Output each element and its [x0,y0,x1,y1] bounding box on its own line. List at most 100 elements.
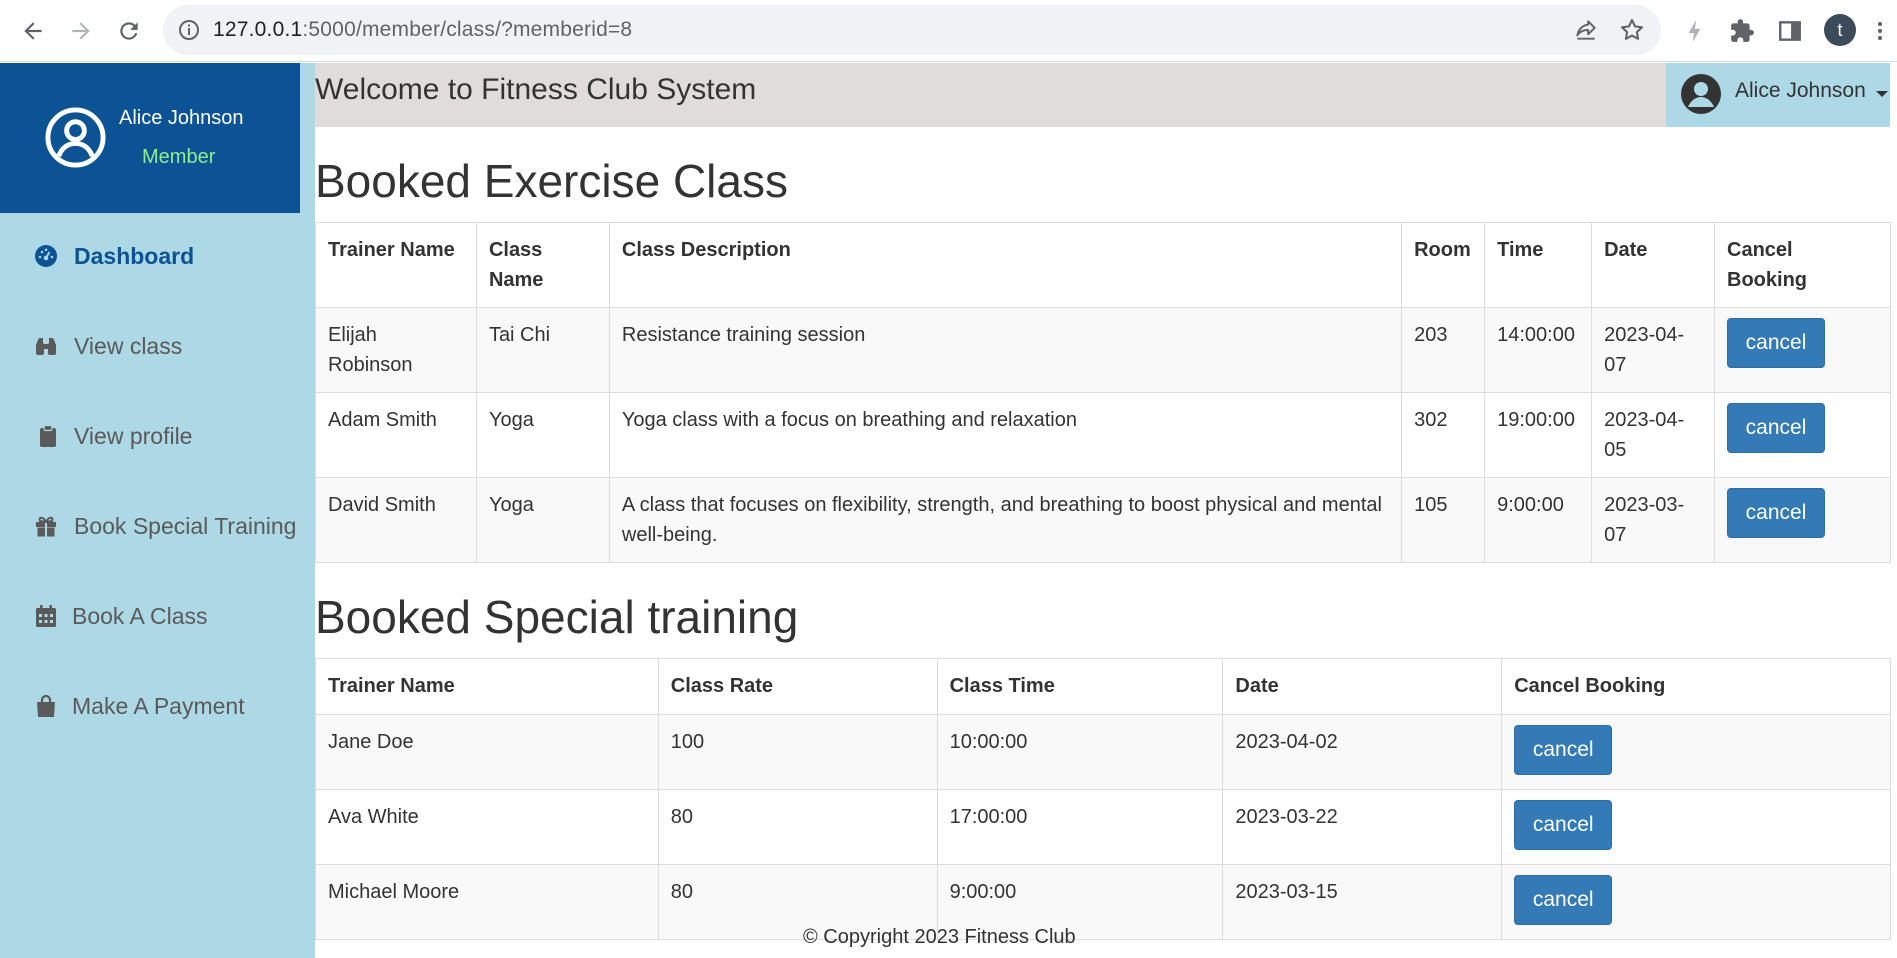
class-name-cell: Yoga [475,477,610,563]
date-cell: 2023-04-07 [1591,307,1716,393]
date-cell: 2023-03-22 [1222,789,1503,865]
column-header: Class Description [608,222,1403,308]
sidebar-item-label: Book A Class [72,602,208,629]
lightning-extension-button[interactable] [1679,14,1711,48]
sidebar-user-name: Alice Johnson [119,107,244,129]
class-rate-cell: 80 [657,789,938,865]
cancel-booking-button[interactable]: cancel [1727,318,1826,368]
cancel-booking-button[interactable]: cancel [1514,875,1613,925]
address-bar[interactable]: 127.0.0.1:5000/member/class/?memberid=8 [163,5,1661,55]
sidebar-item-dashboard[interactable]: Dashboard [34,236,304,276]
room-cell: 105 [1401,477,1486,563]
time-cell: 19:00:00 [1484,392,1593,478]
sidebar-item-make-a-payment[interactable]: Make A Payment [34,686,304,726]
user-circle-icon [45,107,106,168]
binoculars-icon [36,338,56,355]
cancel-cell: cancel [1501,714,1891,790]
trainer-name-cell: David Smith [315,477,477,563]
chevron-down-icon [1876,91,1888,97]
back-button[interactable] [15,14,51,48]
side-panel-button[interactable] [1774,14,1806,48]
cancel-cell: cancel [1714,392,1891,478]
sidebar-item-view-profile[interactable]: View profile [36,416,306,456]
clipboard-icon [40,424,56,447]
cancel-cell: cancel [1714,477,1891,563]
sidebar-item-view-class[interactable]: View class [34,326,304,366]
booked-classes-title: Booked Exercise Class [315,155,788,207]
class-description-cell: Resistance training session [608,307,1403,393]
special-training-title: Booked Special training [315,591,799,643]
sidebar-item-label: Make A Payment [72,692,245,719]
sidebar-user-role: Member [142,146,216,168]
calendar-icon [36,605,56,627]
table-row: Ava White 80 17:00:00 2023-03-22 cancel [315,789,1891,865]
column-header: Trainer Name [315,222,477,308]
column-header: Class Time [936,658,1224,715]
room-cell: 302 [1401,392,1486,478]
class-name-cell: Tai Chi [475,307,610,393]
top-navbar: Welcome to Fitness Club System Alice Joh… [315,63,1890,127]
cancel-cell: cancel [1501,789,1891,865]
table-row: Adam Smith Yoga Yoga class with a focus … [315,392,1891,478]
sidebar-item-label: Book Special Training [74,512,297,539]
arrow-left-icon [24,22,42,40]
sidebar-item-label: View class [74,332,183,359]
column-header: Cancel Booking [1501,658,1891,715]
trainer-name-cell: Elijah Robinson [315,307,477,393]
column-header: Date [1222,658,1503,715]
special-training-table: Trainer Name Class Rate Class Time Date … [315,658,1891,940]
table-header-row: Trainer Name Class Rate Class Time Date … [315,658,1891,715]
class-name-cell: Yoga [475,392,610,478]
cancel-cell: cancel [1714,307,1891,393]
cancel-booking-button[interactable]: cancel [1727,403,1826,453]
sidebar-item-book-a-class[interactable]: Book A Class [34,596,304,636]
more-vert-icon [1878,22,1882,40]
cancel-cell: cancel [1501,864,1891,940]
table-header-row: Trainer Name Class Name Class Descriptio… [315,222,1891,308]
extensions-button[interactable] [1726,14,1758,48]
date-cell: 2023-03-07 [1591,477,1716,563]
reload-button[interactable] [111,14,147,48]
user-dropdown-toggle[interactable]: Alice Johnson [1666,63,1890,127]
date-cell: 2023-04-02 [1222,714,1503,790]
lightning-icon [1688,20,1701,42]
table-row: Michael Moore 80 9:00:00 2023-03-15 canc… [315,864,1891,940]
bookmark-star-icon[interactable] [1618,16,1646,44]
copyright-text: © Copyright 2023 Fitness Club [803,926,1076,948]
room-cell: 203 [1401,307,1486,393]
time-cell: 14:00:00 [1484,307,1593,393]
share-icon[interactable] [1573,17,1599,43]
browser-profile-avatar[interactable]: t [1824,14,1856,46]
side-panel-icon [1779,21,1801,41]
browser-menu-button[interactable] [1868,14,1892,48]
cancel-booking-button[interactable]: cancel [1514,725,1613,775]
date-cell: 2023-04-05 [1591,392,1716,478]
class-description-cell: Yoga class with a focus on breathing and… [608,392,1403,478]
cancel-booking-button[interactable]: cancel [1514,800,1613,850]
class-time-cell: 17:00:00 [936,789,1224,865]
trainer-name-cell: Michael Moore [315,864,659,940]
topbar-user-name: Alice Johnson [1735,79,1866,102]
table-row: Jane Doe 100 10:00:00 2023-04-02 cancel [315,714,1891,790]
date-cell: 2023-03-15 [1222,864,1503,940]
table-row: Elijah Robinson Tai Chi Resistance train… [315,307,1891,393]
trainer-name-cell: Jane Doe [315,714,659,790]
user-avatar-icon [1681,74,1721,114]
booked-classes-table: Trainer Name Class Name Class Descriptio… [315,222,1891,563]
gift-icon [36,516,56,537]
column-header: Class Rate [657,658,938,715]
class-rate-cell: 100 [657,714,938,790]
shopping-bag-icon [37,694,55,717]
reload-icon [120,22,138,40]
sidebar-item-label: View profile [74,422,193,449]
forward-button[interactable] [63,14,99,48]
sidebar: Alice Johnson Member Dashboard View clas… [0,63,315,958]
sidebar-item-book-special-training[interactable]: Book Special Training [34,506,304,546]
welcome-title: Welcome to Fitness Club System [315,73,757,106]
table-row: David Smith Yoga A class that focuses on… [315,477,1891,563]
cancel-booking-button[interactable]: cancel [1727,488,1826,538]
class-description-cell: A class that focuses on flexibility, str… [608,477,1403,563]
url-text: 127.0.0.1:5000/member/class/?memberid=8 [213,18,633,41]
info-icon[interactable] [177,18,201,42]
column-header: Time [1484,222,1593,308]
